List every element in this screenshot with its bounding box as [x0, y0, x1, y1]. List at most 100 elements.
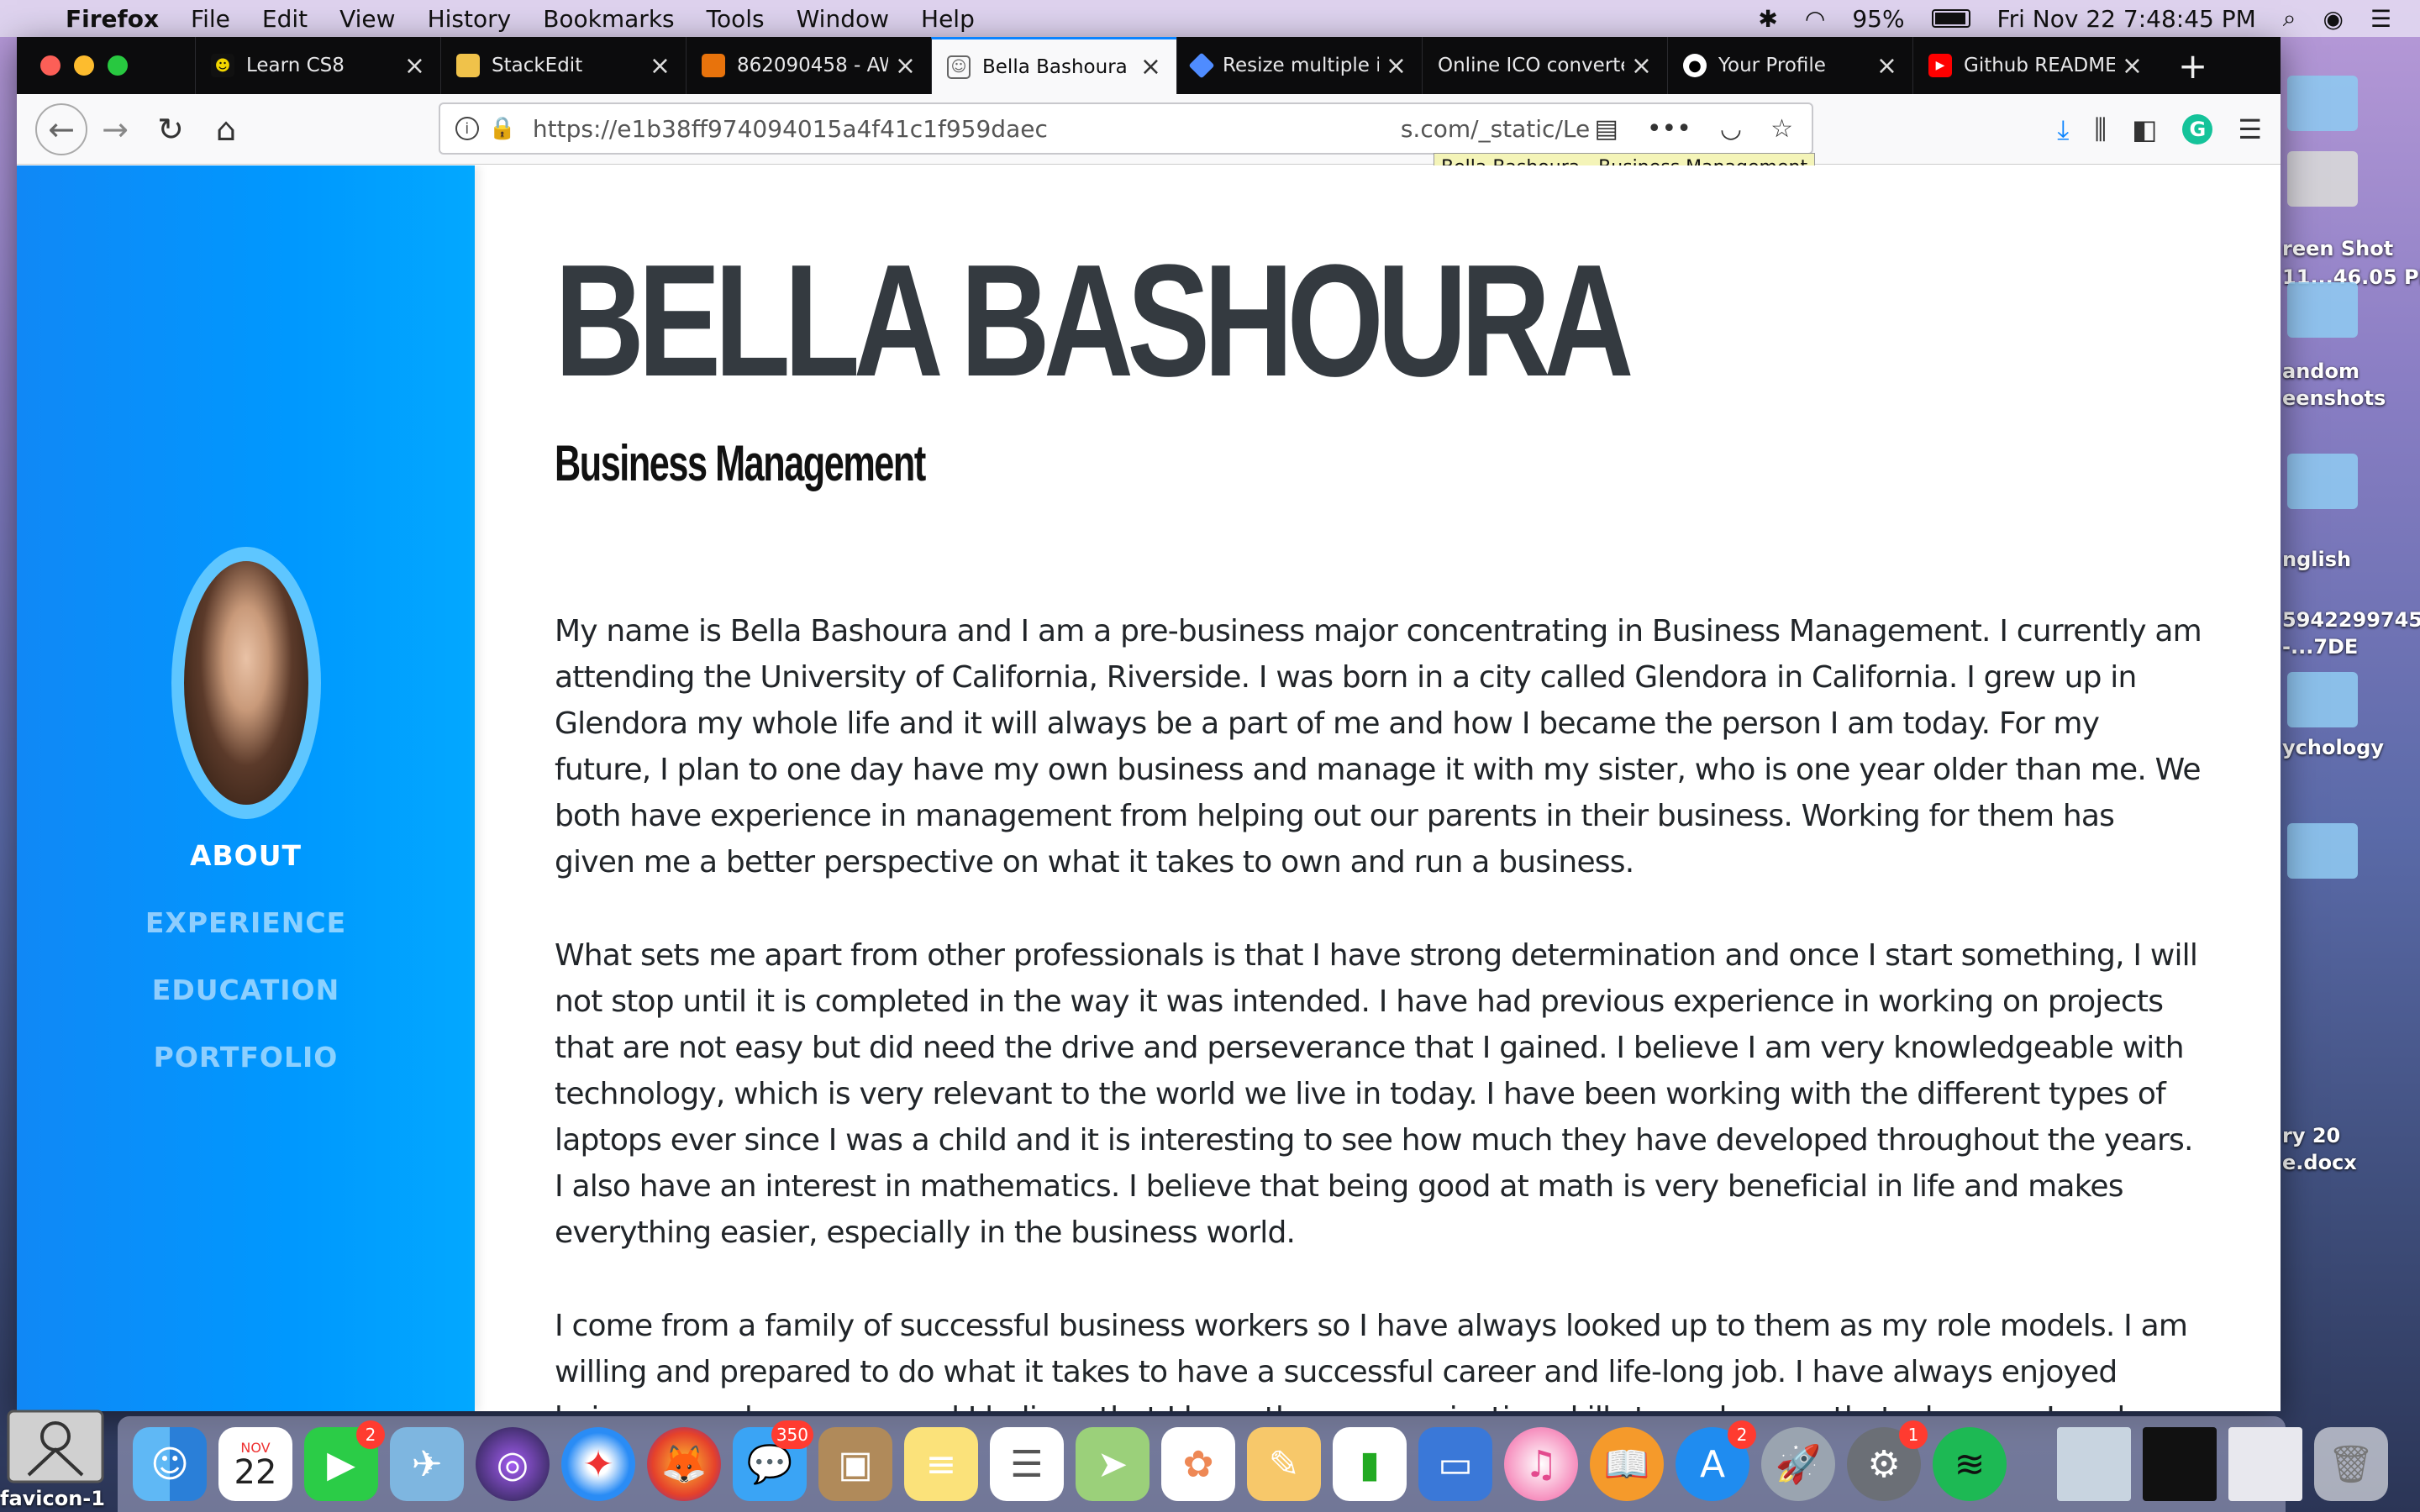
screenshots-stack-icon[interactable] [2228, 1427, 2302, 1501]
launchpad-icon[interactable]: 🚀 [1761, 1427, 1835, 1501]
close-tab-icon[interactable]: × [650, 51, 671, 81]
back-button[interactable]: ← [35, 102, 87, 155]
bluetooth-icon[interactable]: ✱ [1758, 5, 1777, 33]
desktop-item-label[interactable]: eenshots [2282, 386, 2386, 410]
desktop-item-label[interactable]: -...7DE [2282, 635, 2358, 659]
desktop-item-label[interactable]: andom [2282, 360, 2360, 383]
facetime-icon[interactable]: ▶ 2 [304, 1420, 385, 1501]
menubar-clock[interactable]: Fri Nov 22 7:48:45 PM [1997, 5, 2256, 33]
reminders-icon[interactable]: ☰ [990, 1427, 1064, 1501]
maps-icon[interactable]: ➤ [1076, 1427, 1150, 1501]
page-actions-icon[interactable]: ••• [1647, 114, 1691, 144]
numbers-icon[interactable]: ▮ [1333, 1427, 1407, 1501]
wifi-icon[interactable]: ◠ [1805, 5, 1825, 33]
menu-view[interactable]: View [339, 5, 395, 33]
secure-lock-icon[interactable]: 🔒 [489, 116, 516, 141]
nav-experience-link[interactable]: EXPERIENCE [17, 890, 475, 957]
site-info-icon[interactable]: i [455, 117, 479, 140]
firefox-icon[interactable]: 🦊 [647, 1427, 721, 1501]
home-button[interactable]: ⌂ [198, 102, 254, 157]
spotlight-search-icon[interactable]: ⌕ [2283, 4, 2296, 33]
desktop-screenshot-icon[interactable] [2287, 151, 2358, 207]
desktop-item-label[interactable]: reen Shot [2282, 237, 2393, 260]
sidebars-icon[interactable]: ◧ [2132, 113, 2157, 145]
desktop-item-label[interactable]: ry 20 [2282, 1124, 2340, 1147]
nav-education-link[interactable]: EDUCATION [17, 957, 475, 1024]
desktop-folder-icon[interactable] [2287, 282, 2358, 338]
downloads-icon[interactable]: ⤓ [2057, 113, 2069, 146]
reload-button[interactable]: ↻ [143, 102, 198, 157]
finder-icon[interactable]: ☺ [133, 1427, 207, 1501]
safari-icon[interactable]: ✦ [561, 1427, 635, 1501]
tab-learn-cs8[interactable]: ☻ Learn CS8 × [195, 37, 440, 94]
tab-stackedit[interactable]: StackEdit × [440, 37, 686, 94]
favicon-file-icon[interactable] [3, 1403, 108, 1487]
grammarly-icon[interactable]: G [2182, 114, 2213, 144]
new-tab-button[interactable]: + [2158, 37, 2228, 94]
zoom-window-button[interactable] [108, 55, 128, 76]
notes-icon[interactable]: ≡ [904, 1427, 978, 1501]
desktop-folder-icon[interactable] [2287, 76, 2358, 131]
menu-help[interactable]: Help [921, 5, 975, 33]
close-tab-icon[interactable]: × [895, 51, 916, 81]
tab-ico-converter[interactable]: Online ICO converter × [1422, 37, 1667, 94]
menu-file[interactable]: File [191, 5, 230, 33]
close-tab-icon[interactable]: × [1876, 51, 1897, 81]
close-tab-icon[interactable]: × [1631, 51, 1652, 81]
pocket-icon[interactable]: ◡ [1720, 114, 1742, 144]
tab-bella-bashoura[interactable]: ☺ Bella Bashoura - × [931, 37, 1176, 94]
reader-view-icon[interactable]: ▤ [1594, 114, 1618, 144]
hamburger-menu-icon[interactable]: ☰ [2238, 113, 2262, 145]
menu-edit[interactable]: Edit [262, 5, 308, 33]
terminal-window-icon[interactable] [2143, 1427, 2217, 1501]
siri-icon[interactable]: ◎ [476, 1427, 550, 1501]
favicon-file-label[interactable]: favicon-1 [0, 1487, 105, 1510]
itunes-icon[interactable]: ♫ [1504, 1427, 1578, 1501]
forward-button[interactable]: → [87, 102, 143, 157]
pages-icon[interactable]: ✎ [1247, 1427, 1321, 1501]
address-bar[interactable]: i 🔒 https://e1b38ff974094015a4f41c1f959d… [439, 102, 1816, 182]
tab-aws[interactable]: 862090458 - AW × [686, 37, 931, 94]
bookmark-star-icon[interactable]: ☆ [1770, 114, 1793, 144]
trash-icon[interactable]: 🗑 [2314, 1427, 2388, 1501]
close-tab-icon[interactable]: × [1386, 51, 1407, 81]
tab-resize-images[interactable]: Resize multiple i × [1176, 37, 1422, 94]
messages-icon[interactable]: 💬 350 [733, 1420, 813, 1501]
desktop-item-label[interactable]: nglish [2282, 548, 2351, 571]
menu-tools[interactable]: Tools [707, 5, 765, 33]
close-window-button[interactable] [40, 55, 60, 76]
close-tab-icon[interactable]: × [1140, 52, 1161, 81]
desktop-item-label[interactable]: e.docx [2282, 1151, 2357, 1174]
nav-about-link[interactable]: ABOUT [17, 822, 475, 890]
close-tab-icon[interactable]: × [404, 51, 425, 81]
desktop-folder-icon[interactable] [2287, 823, 2358, 879]
library-icon[interactable]: ⫼ [2094, 113, 2107, 146]
spotify-icon[interactable]: ≋ [1933, 1427, 2007, 1501]
preview-icon[interactable]: ✈ [390, 1427, 464, 1501]
siri-icon[interactable]: ◉ [2323, 5, 2343, 33]
battery-icon[interactable] [1931, 9, 1970, 28]
menu-app-name[interactable]: Firefox [66, 5, 159, 33]
desktop-item-label[interactable]: ychology [2282, 736, 2384, 759]
document-stack-icon[interactable] [2057, 1427, 2131, 1501]
menu-window[interactable]: Window [797, 5, 889, 33]
desktop-folder-icon[interactable] [2287, 454, 2358, 509]
photos-icon[interactable]: ✿ [1161, 1427, 1235, 1501]
contacts-icon[interactable]: ▣ [818, 1427, 892, 1501]
desktop-folder-icon[interactable] [2287, 672, 2358, 727]
system-preferences-icon[interactable]: ⚙ 1 [1847, 1420, 1928, 1501]
keynote-icon[interactable]: ▭ [1418, 1427, 1492, 1501]
calendar-icon[interactable]: NOV 22 [218, 1427, 292, 1501]
tab-github-readme[interactable]: ▶ Github README × [1912, 37, 2158, 94]
menu-history[interactable]: History [428, 5, 512, 33]
books-icon[interactable]: 📖 [1590, 1427, 1664, 1501]
menu-bookmarks[interactable]: Bookmarks [543, 5, 674, 33]
close-tab-icon[interactable]: × [2122, 51, 2143, 81]
minimize-window-button[interactable] [74, 55, 94, 76]
battery-percent[interactable]: 95% [1852, 5, 1904, 33]
desktop-item-label[interactable]: 5942299745 [2282, 608, 2420, 632]
notification-center-icon[interactable]: ☰ [2370, 5, 2391, 33]
app-store-icon[interactable]: A2 [1676, 1420, 1756, 1501]
nav-portfolio-link[interactable]: PORTFOLIO [17, 1024, 475, 1091]
tab-your-profile[interactable]: ● Your Profile × [1667, 37, 1912, 94]
